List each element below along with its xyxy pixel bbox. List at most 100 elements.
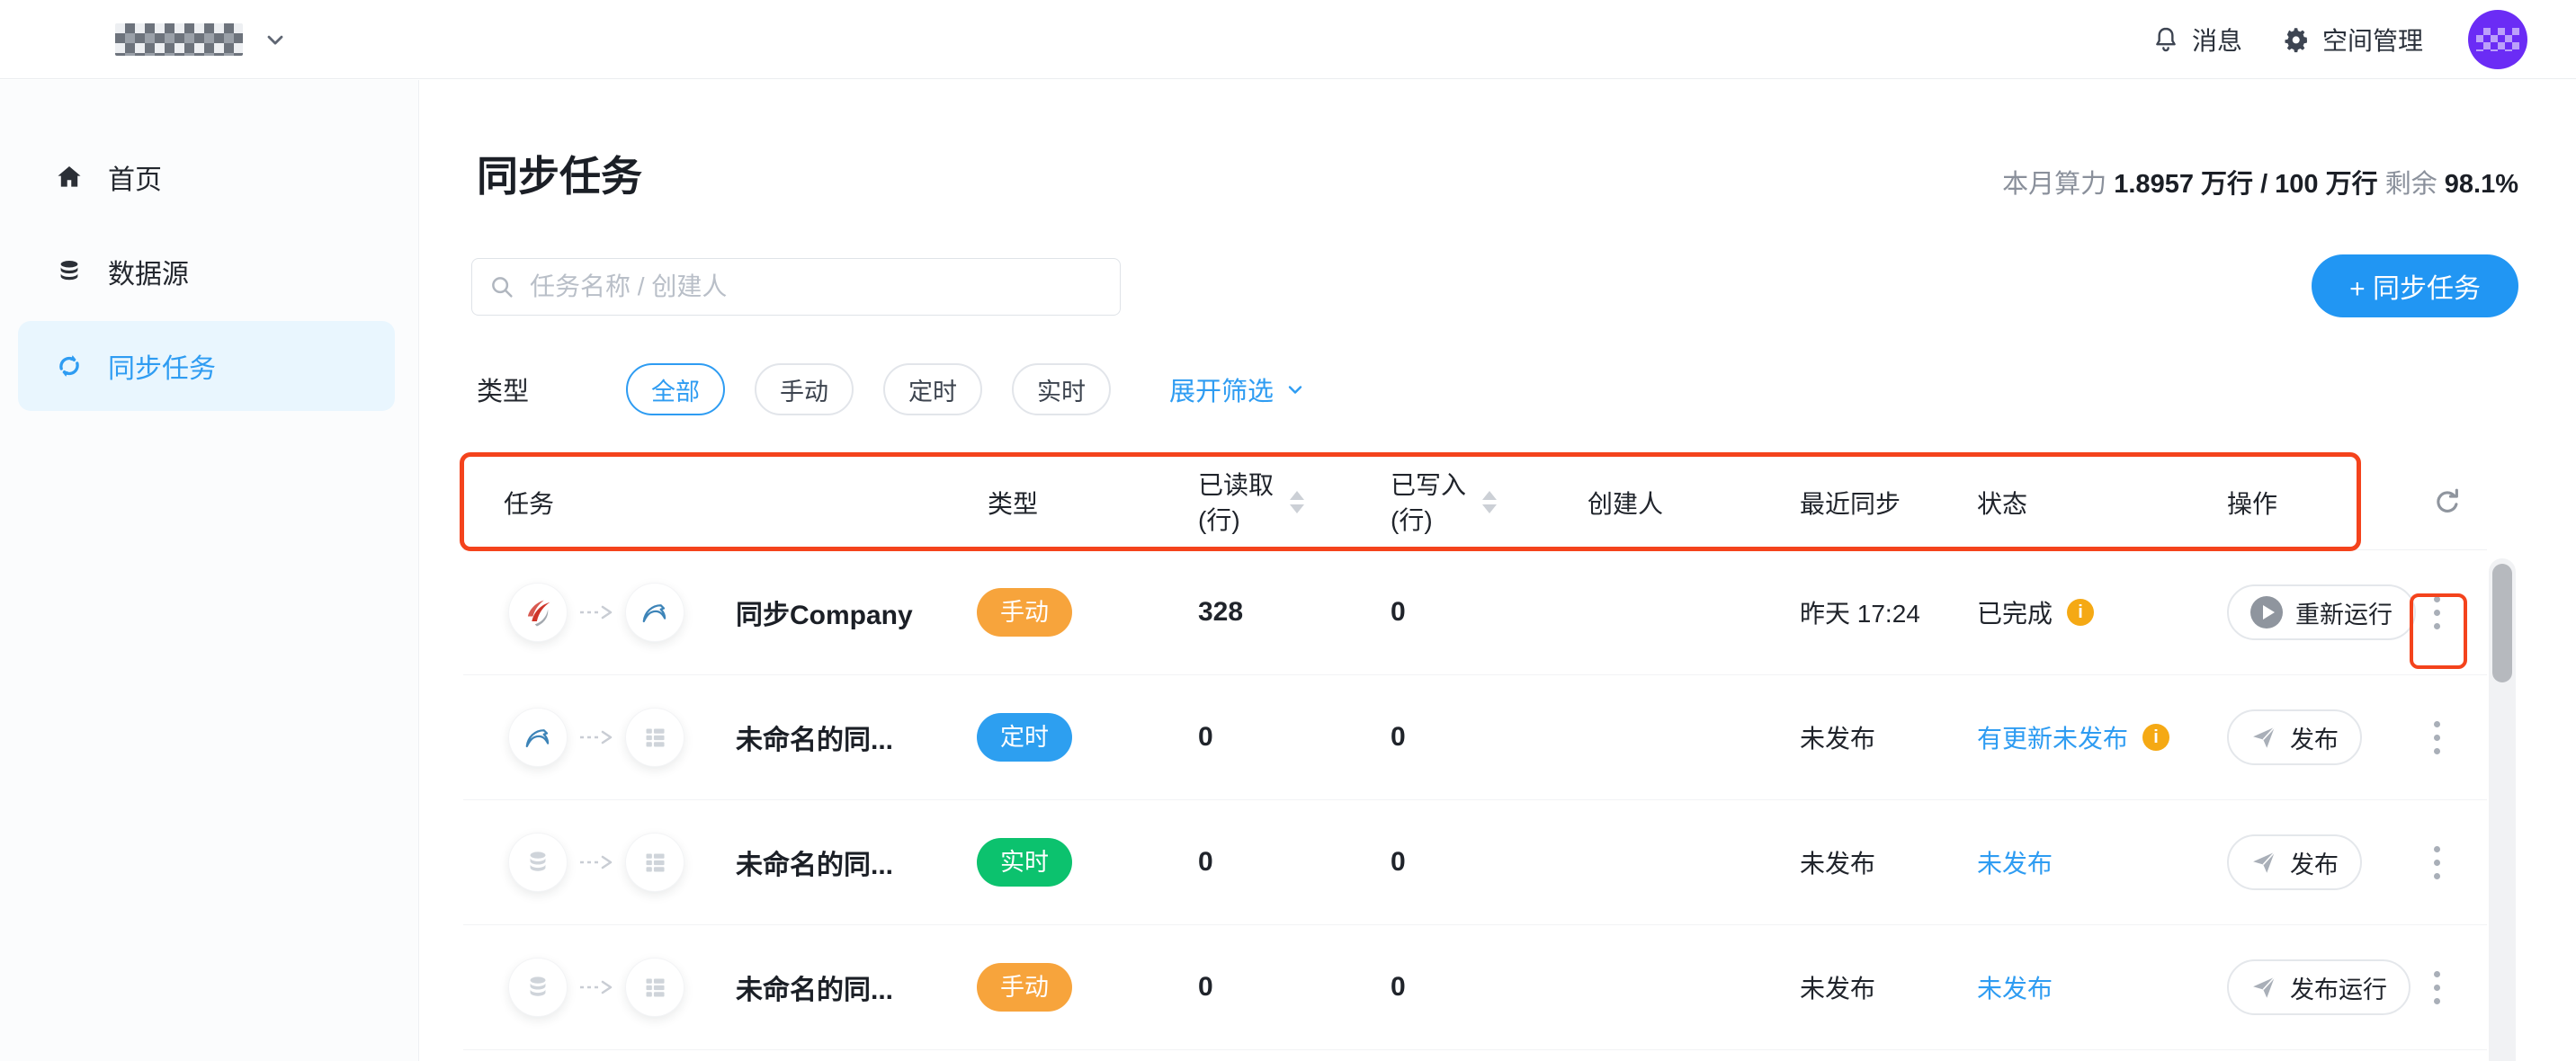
column-header-last-sync: 最近同步 xyxy=(1800,485,1977,521)
type-badge: 手动 xyxy=(977,963,1072,1012)
status-text: 有更新未发布 xyxy=(1977,719,2128,755)
filter-row: 类型 全部 手动 定时 实时 展开筛选 xyxy=(477,362,1306,416)
sidebar-item-datasource[interactable]: 数据源 xyxy=(18,227,395,317)
more-menu-button[interactable] xyxy=(2428,716,2446,760)
table-row[interactable]: 未命名的同... 实时 0 0 未发布 未发布 发布 xyxy=(463,800,2487,925)
quota-usage: 1.8957 万行 / 100 万行 xyxy=(2114,170,2377,199)
type-badge: 定时 xyxy=(977,713,1072,762)
dashed-arrow-icon xyxy=(578,604,614,620)
sort-written-icon[interactable] xyxy=(1482,491,1497,513)
sort-read-icon[interactable] xyxy=(1290,491,1304,513)
read-rows-value: 0 xyxy=(1198,847,1391,878)
dashed-arrow-icon xyxy=(578,854,614,870)
chevron-down-icon xyxy=(1284,379,1306,400)
bell-icon xyxy=(2151,25,2180,54)
publish-button[interactable]: 发布 xyxy=(2227,709,2362,765)
filter-pill-manual[interactable]: 手动 xyxy=(755,363,854,415)
written-rows-value: 0 xyxy=(1391,972,1588,1003)
table-scrollbar[interactable] xyxy=(2489,558,2516,1061)
table-row[interactable]: 未命名的同... 定时 0 0 未发布 有更新未发布 发布 xyxy=(463,675,2487,800)
last-sync-value: 未发布 xyxy=(1800,719,1977,755)
column-header-task: 任务 xyxy=(463,485,988,521)
filter-pill-all[interactable]: 全部 xyxy=(626,363,725,415)
table-icon xyxy=(626,834,684,891)
quota-summary: 本月算力 1.8957 万行 / 100 万行 剩余 98.1% xyxy=(2002,163,2518,201)
publish-run-button[interactable]: 发布运行 xyxy=(2227,959,2411,1015)
create-sync-task-button[interactable]: + 同步任务 xyxy=(2312,254,2518,317)
play-icon xyxy=(2250,596,2283,629)
more-menu-button[interactable] xyxy=(2428,591,2446,635)
more-menu-button[interactable] xyxy=(2428,841,2446,885)
task-name[interactable]: 未命名的同... xyxy=(736,843,893,882)
quota-remain-value: 98.1% xyxy=(2445,170,2518,199)
search-icon xyxy=(488,273,515,300)
written-rows-value: 0 xyxy=(1391,722,1588,753)
read-rows-value: 0 xyxy=(1198,722,1391,753)
expand-filters-link[interactable]: 展开筛选 xyxy=(1169,370,1306,408)
space-admin-button[interactable]: 空间管理 xyxy=(2282,0,2423,79)
last-sync-value: 昨天 17:24 xyxy=(1800,594,1977,630)
gear-icon xyxy=(2282,25,2311,54)
column-header-type: 类型 xyxy=(988,485,1198,521)
sync-icon xyxy=(54,351,85,381)
status-text: 未发布 xyxy=(1977,969,2053,1005)
more-menu-button[interactable] xyxy=(2428,966,2446,1010)
table-header-row: 任务 类型 已读取 (行) 已写入 (行) 创建人 最近同步 状态 操作 xyxy=(463,455,2487,550)
expand-filters-label: 展开筛选 xyxy=(1169,370,1274,408)
plane-icon xyxy=(2250,724,2277,751)
publish-button[interactable]: 发布 xyxy=(2227,834,2362,890)
column-header-read: 已读取 (行) xyxy=(1198,468,1391,538)
sidebar-item-home[interactable]: 首页 xyxy=(18,132,395,222)
status-text: 已完成 xyxy=(1977,594,2053,630)
info-icon[interactable] xyxy=(2067,599,2094,626)
table-row[interactable]: 同步Company 手动 328 0 昨天 17:24 已完成 重新运行 xyxy=(463,550,2487,675)
sidebar: 首页 数据源 同步任务 xyxy=(0,80,419,1061)
topbar: 消息 空间管理 xyxy=(0,0,2576,79)
dashed-arrow-icon xyxy=(578,729,614,745)
read-rows-value: 0 xyxy=(1198,972,1391,1003)
filter-type-label: 类型 xyxy=(477,370,529,408)
status-text: 未发布 xyxy=(1977,844,2053,880)
database-gray-icon xyxy=(509,834,567,891)
info-icon[interactable] xyxy=(2142,724,2169,751)
chevron-down-icon xyxy=(263,27,288,52)
page-title: 同步任务 xyxy=(477,144,642,203)
sync-task-table: 任务 类型 已读取 (行) 已写入 (行) 创建人 最近同步 状态 操作 xyxy=(463,455,2487,1050)
scrollbar-thumb[interactable] xyxy=(2492,564,2512,682)
table-icon xyxy=(626,958,684,1016)
type-badge: 实时 xyxy=(977,838,1072,887)
messages-button[interactable]: 消息 xyxy=(2151,0,2242,79)
dashed-arrow-icon xyxy=(578,979,614,995)
workspace-switcher[interactable] xyxy=(115,23,288,56)
column-header-status: 状态 xyxy=(1977,485,2227,521)
read-rows-value: 328 xyxy=(1198,597,1391,628)
table-row[interactable]: 未命名的同... 手动 0 0 未发布 未发布 发布运行 xyxy=(463,925,2487,1050)
written-rows-value: 0 xyxy=(1391,847,1588,878)
written-rows-value: 0 xyxy=(1391,597,1588,628)
sidebar-item-sync-tasks[interactable]: 同步任务 xyxy=(18,321,395,411)
quota-remain-label: 剩余 xyxy=(2385,170,2437,199)
refresh-icon[interactable] xyxy=(2431,486,2464,519)
column-header-written: 已写入 (行) xyxy=(1391,468,1588,538)
task-name[interactable]: 未命名的同... xyxy=(736,718,893,757)
sqlserver-icon xyxy=(509,584,567,641)
column-header-creator: 创建人 xyxy=(1588,485,1800,521)
search-input-wrapper[interactable] xyxy=(471,258,1121,316)
sidebar-item-label: 首页 xyxy=(108,157,162,197)
database-gray-icon xyxy=(509,958,567,1016)
quota-prefix: 本月算力 xyxy=(2002,170,2106,199)
filter-pill-scheduled[interactable]: 定时 xyxy=(883,363,982,415)
avatar[interactable] xyxy=(2468,10,2527,69)
last-sync-value: 未发布 xyxy=(1800,844,1977,880)
plane-icon xyxy=(2250,849,2277,876)
type-badge: 手动 xyxy=(977,588,1072,637)
filter-pill-realtime[interactable]: 实时 xyxy=(1012,363,1111,415)
rerun-button[interactable]: 重新运行 xyxy=(2227,584,2416,640)
search-input[interactable] xyxy=(528,272,1104,302)
mysql-icon xyxy=(509,709,567,766)
mysql-icon xyxy=(626,584,684,641)
task-name[interactable]: 未命名的同... xyxy=(736,967,893,1007)
messages-label: 消息 xyxy=(2192,22,2242,58)
task-name[interactable]: 同步Company xyxy=(736,593,913,632)
space-admin-label: 空间管理 xyxy=(2322,22,2423,58)
